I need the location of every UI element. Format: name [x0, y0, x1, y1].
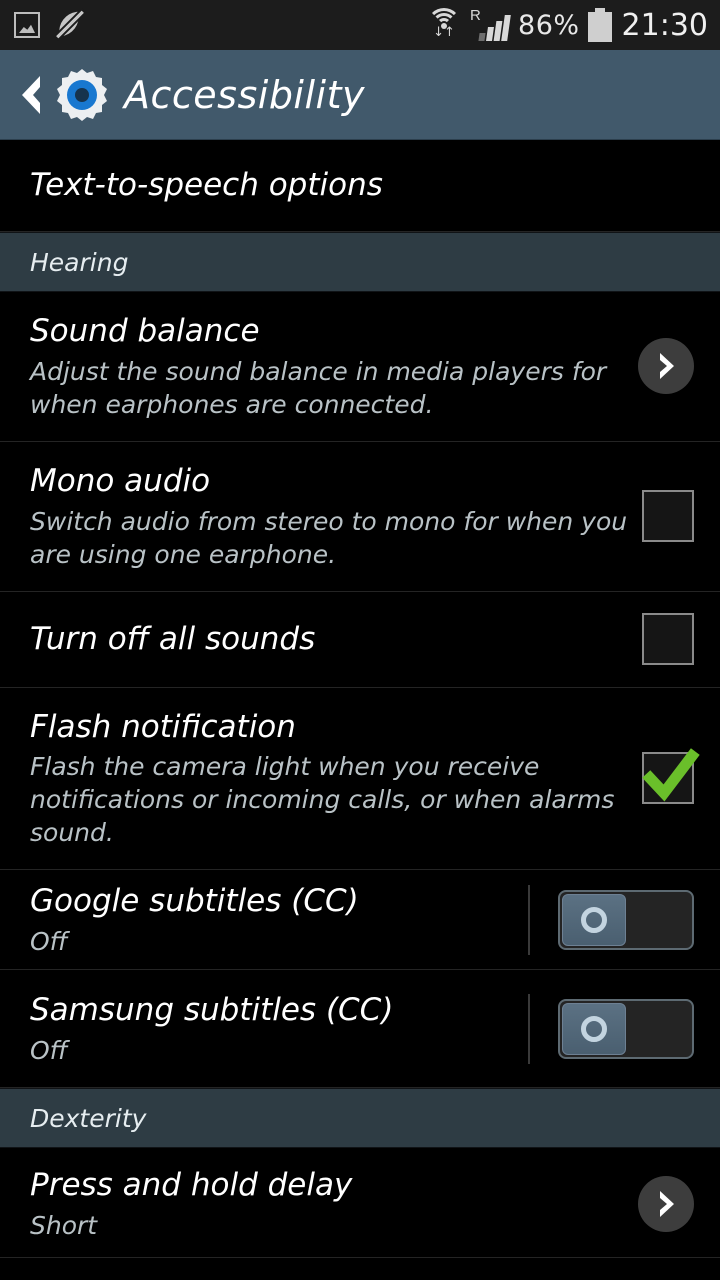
toggle-google-subtitles[interactable] [558, 889, 694, 950]
battery-icon [587, 8, 612, 42]
row-text: Press and hold delay Short [30, 1166, 638, 1242]
row-title: Sound balance [30, 313, 260, 349]
list-item-turn-off-all-sounds[interactable]: Turn off all sounds [0, 591, 720, 688]
list-item-samsung-subtitles[interactable]: Samsung subtitles (CC) Off [0, 970, 720, 1089]
section-header-hearing: Hearing [0, 232, 720, 292]
toggle-ring-icon [581, 906, 607, 933]
row-title: Turn off all sounds [30, 620, 316, 657]
section-header-label: Hearing [30, 247, 129, 277]
checkbox-turn-off-all-sounds[interactable] [642, 613, 694, 665]
row-text: Turn off all sounds [30, 620, 642, 659]
row-accessory [638, 338, 694, 395]
list-item-press-and-hold-delay[interactable]: Press and hold delay Short [0, 1148, 720, 1259]
row-title: Google subtitles (CC) [30, 882, 359, 919]
list-item-google-subtitles[interactable]: Google subtitles (CC) Off [0, 870, 720, 971]
row-title: Text-to-speech options [30, 167, 383, 204]
toggle-knob [562, 1002, 626, 1055]
row-title: Mono audio [30, 462, 211, 499]
accessory-divider [528, 884, 530, 955]
row-text: Sound balance Adjust the sound balance i… [30, 312, 638, 421]
row-text: Mono audio Switch audio from stereo to m… [30, 462, 642, 571]
status-bar-right-icons: ↓↑ R 86% 21:30 [426, 7, 708, 43]
section-header-dexterity: Dexterity [0, 1088, 720, 1149]
checkmark-icon [642, 748, 700, 802]
clock-label: 21:30 [621, 7, 708, 43]
row-accessory [642, 748, 700, 805]
row-subtitle: Switch audio from stereo to mono for whe… [30, 506, 628, 569]
checkbox-flash-notification[interactable] [642, 748, 700, 805]
row-subtitle: Adjust the sound balance in media player… [30, 356, 607, 419]
row-accessory [642, 613, 694, 665]
row-title: Flash notification [30, 708, 296, 745]
accessibility-settings-screen: ↓↑ R 86% 21:30 Accessibility Text-to-spe… [0, 0, 720, 1280]
status-bar: ↓↑ R 86% 21:30 [0, 0, 720, 50]
row-accessory [642, 490, 694, 543]
signal-bars-icon: R [470, 7, 511, 41]
battery-percent-label: 86% [518, 9, 580, 41]
title-bar: Accessibility [0, 50, 720, 140]
list-item-sound-balance[interactable]: Sound balance Adjust the sound balance i… [0, 292, 720, 442]
roaming-indicator: R [470, 7, 481, 24]
list-item-mono-audio[interactable]: Mono audio Switch audio from stereo to m… [0, 441, 720, 592]
section-header-label: Dexterity [30, 1103, 147, 1133]
gallery-icon [14, 12, 40, 38]
settings-list[interactable]: Text-to-speech options Hearing Sound bal… [0, 140, 720, 1259]
list-item-flash-notification[interactable]: Flash notification Flash the camera ligh… [0, 687, 720, 871]
row-accessory [528, 993, 694, 1064]
row-title: Press and hold delay [30, 1167, 353, 1204]
row-text: Samsung subtitles (CC) Off [30, 991, 528, 1067]
row-accessory [638, 1176, 694, 1233]
list-item-text-to-speech-options[interactable]: Text-to-speech options [0, 140, 720, 232]
toggle-ring-icon [581, 1015, 607, 1042]
toggle-knob [562, 893, 626, 946]
page-title: Accessibility [124, 72, 365, 117]
row-text: Flash notification Flash the camera ligh… [30, 708, 642, 850]
row-text: Text-to-speech options [30, 166, 694, 205]
row-subtitle: Off [30, 1035, 68, 1065]
row-text: Google subtitles (CC) Off [30, 882, 528, 958]
row-subtitle: Flash the camera light when you receive … [30, 752, 615, 848]
chevron-right-icon[interactable] [638, 338, 694, 395]
back-button[interactable] [14, 73, 48, 117]
row-subtitle: Short [30, 1211, 98, 1240]
accessory-divider [528, 993, 530, 1064]
chevron-right-icon[interactable] [638, 1176, 694, 1233]
settings-gear-icon [54, 67, 110, 123]
sound-muted-icon [54, 10, 84, 39]
wifi-icon: ↓↑ [426, 8, 462, 42]
status-bar-left-icons [14, 10, 84, 39]
checkbox-mono-audio[interactable] [642, 490, 694, 543]
toggle-samsung-subtitles[interactable] [558, 998, 694, 1059]
row-accessory [528, 884, 694, 955]
row-subtitle: Off [30, 926, 68, 956]
row-title: Samsung subtitles (CC) [30, 991, 394, 1028]
